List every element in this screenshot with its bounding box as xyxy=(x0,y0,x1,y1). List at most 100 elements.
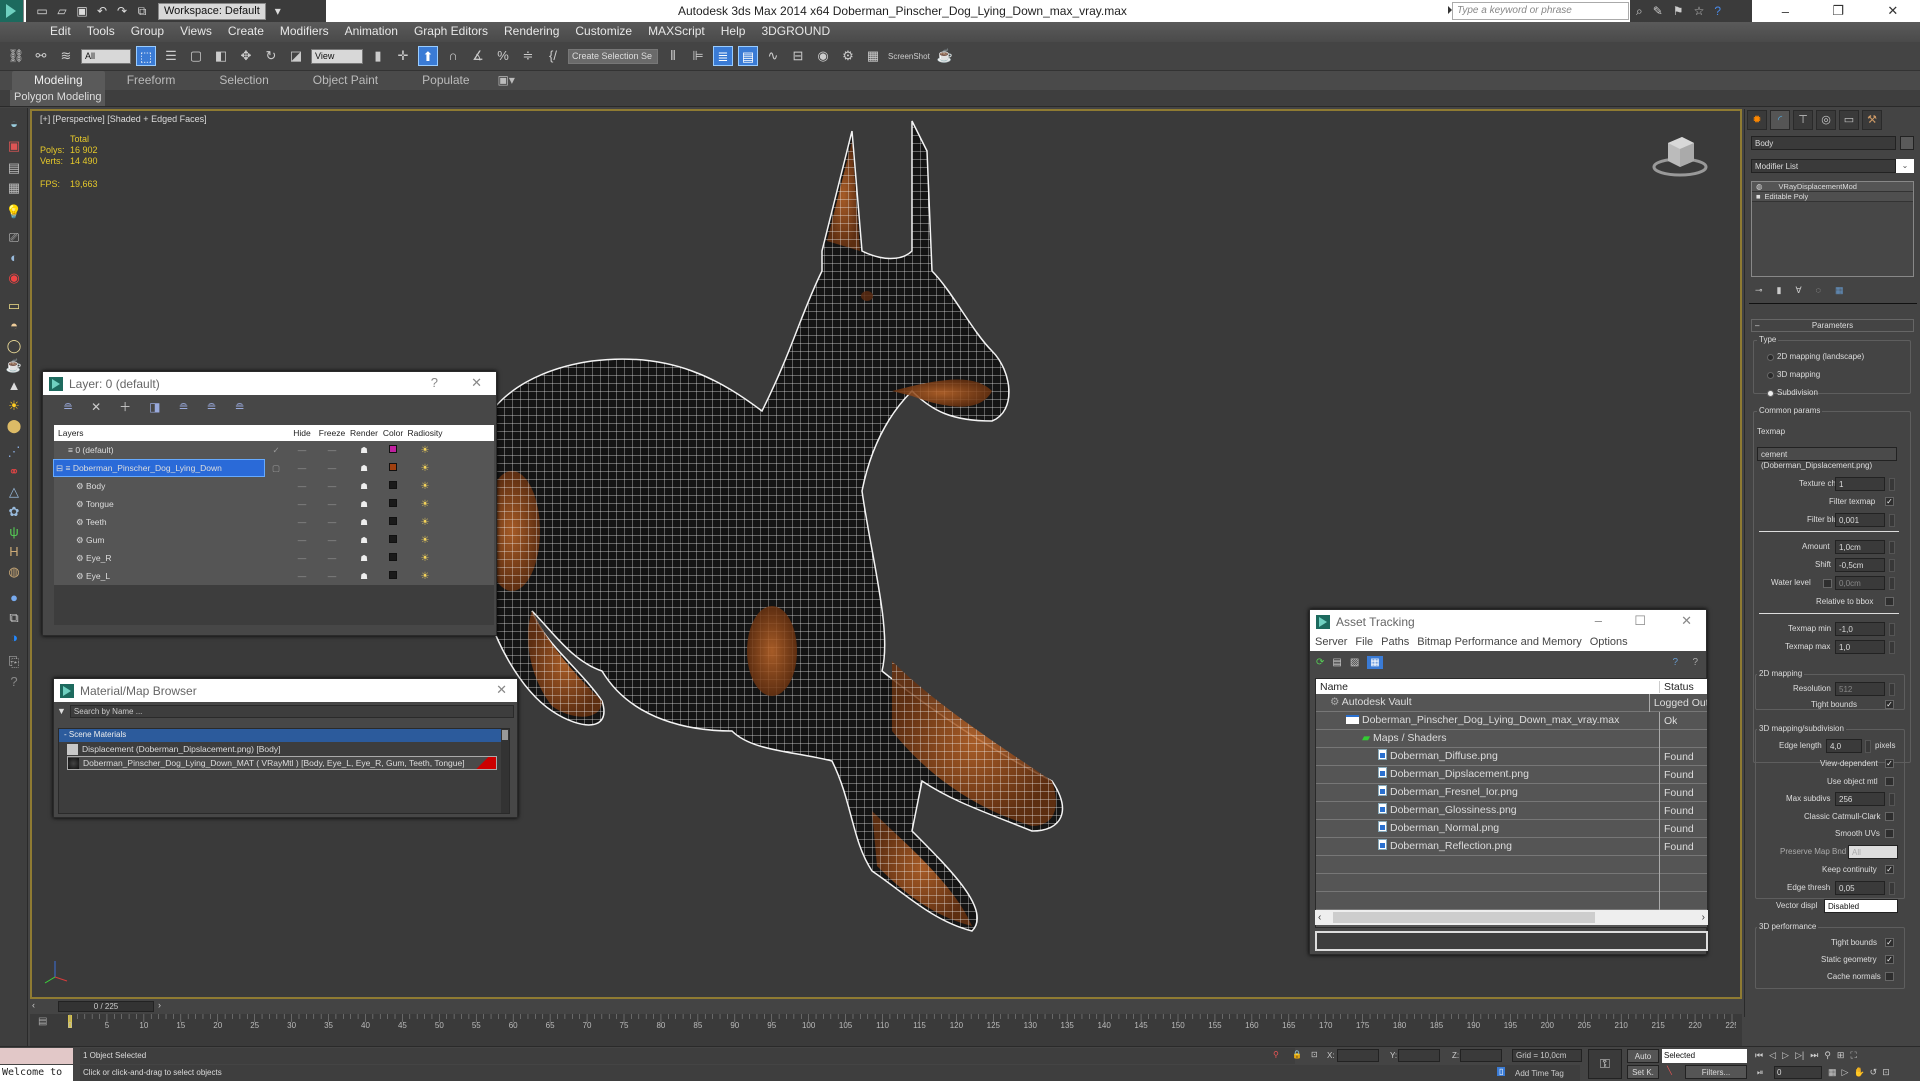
light-icon[interactable]: 💡 xyxy=(5,204,23,220)
light-bulb-icon[interactable]: ◍ xyxy=(1756,182,1763,191)
cone-icon[interactable]: ▲ xyxy=(5,378,23,394)
scroll-left-icon[interactable]: ‹ xyxy=(1318,912,1321,923)
radiosity-icon[interactable]: ☀ xyxy=(406,535,444,546)
rotate-icon[interactable]: ↻ xyxy=(261,46,281,66)
tight-bounds-checkbox[interactable]: ✓ xyxy=(1885,700,1894,709)
play-icon[interactable]: ▷ xyxy=(1782,1050,1789,1061)
asset-row[interactable]: Doberman_Pinscher_Dog_Lying_Down_max_vra… xyxy=(1316,711,1707,730)
water-level-checkbox[interactable] xyxy=(1823,579,1832,588)
water-level-spinner[interactable] xyxy=(1889,577,1895,590)
asset-row[interactable]: ⚙ Autodesk Vault Logged Out xyxy=(1316,693,1707,712)
open-file-icon[interactable]: ▱ xyxy=(54,4,70,18)
hide-toggle[interactable]: — xyxy=(288,463,316,473)
layer-row[interactable]: ⚙ Tongue — — ☗ ☀ xyxy=(54,495,494,513)
layer-dialog-titlebar[interactable]: Layer: 0 (default) ? ✕ xyxy=(43,372,496,395)
time-slider-thumb[interactable]: 0 / 225 xyxy=(58,1001,154,1012)
render-teapot-icon[interactable]: ☗ xyxy=(348,445,380,456)
menu-bitmap-performance[interactable]: Bitmap Performance and Memory xyxy=(1417,636,1581,648)
mini-curve-editor-icon[interactable]: ▤ xyxy=(38,1016,47,1027)
col-hide[interactable]: Hide xyxy=(288,428,316,438)
close-icon[interactable]: ✕ xyxy=(1887,3,1898,19)
menu-animation[interactable]: Animation xyxy=(337,22,406,42)
radio-2d-mapping[interactable] xyxy=(1767,354,1774,361)
percent-snap-icon[interactable]: % xyxy=(493,46,513,66)
perf-tight-bounds-checkbox[interactable]: ✓ xyxy=(1885,938,1894,947)
teapot-shape-icon[interactable]: ☕ xyxy=(5,358,23,374)
layer-color-swatch[interactable] xyxy=(380,553,406,563)
absolute-mode-icon[interactable]: ⊡ xyxy=(1311,1050,1318,1059)
viewport-label[interactable]: [+] [Perspective] [Shaded + Edged Faces] xyxy=(40,114,207,124)
scene-materials-group[interactable]: - Scene Materials xyxy=(59,729,509,742)
orbit-icon[interactable]: ↺ xyxy=(1870,1067,1878,1078)
key-filter-dropdown[interactable]: Selected xyxy=(1662,1049,1747,1063)
freeze-all-icon[interactable]: ≘ xyxy=(235,400,245,414)
align-icon[interactable]: ⊫ xyxy=(688,46,708,66)
tab-freeform[interactable]: Freeform xyxy=(105,71,198,90)
communication-center-icon[interactable]: ⚑ xyxy=(1673,4,1684,18)
window-crossing-icon[interactable]: ◧ xyxy=(211,46,231,66)
select-by-name-icon[interactable]: ☰ xyxy=(161,46,181,66)
render-production-icon[interactable]: ☕ xyxy=(935,46,955,66)
current-layer-indicator[interactable]: ✓ xyxy=(264,445,288,456)
set-key-button[interactable]: Set K. xyxy=(1627,1065,1659,1079)
snaps-toggle-icon[interactable]: ∩ xyxy=(443,46,463,66)
list-view-icon[interactable]: ▤ xyxy=(1332,657,1341,668)
minimize-icon[interactable]: – xyxy=(1595,613,1602,628)
display-tab-icon[interactable]: ▭ xyxy=(1839,110,1859,130)
layer-color-swatch[interactable] xyxy=(380,517,406,527)
modifier-list-chevron-icon[interactable]: ⌄ xyxy=(1896,159,1914,173)
tab-selection[interactable]: Selection xyxy=(197,71,290,90)
tab-modeling[interactable]: Modeling xyxy=(12,71,105,90)
expand-plus-icon[interactable]: ■ xyxy=(1756,192,1761,201)
layer-color-swatch[interactable] xyxy=(380,499,406,509)
make-unique-icon[interactable]: ∀ xyxy=(1796,285,1802,296)
relative-bbox-checkbox[interactable] xyxy=(1885,597,1894,606)
modify-tab-icon[interactable]: ◜ xyxy=(1770,110,1790,130)
maximize-icon[interactable]: ☐ xyxy=(1634,613,1646,629)
menu-maxscript[interactable]: MAXScript xyxy=(640,22,713,42)
workspace-chevron-icon[interactable]: ▾ xyxy=(270,4,286,18)
set-key-button-icon[interactable]: ⚿ xyxy=(1588,1049,1622,1079)
vray-camera-icon[interactable]: ◉ xyxy=(5,270,23,286)
teapot-icon[interactable]: ◒ xyxy=(5,116,23,132)
zoom-extents-icon[interactable]: ⛶ xyxy=(1850,1050,1856,1061)
max-subdivs-input[interactable]: 256 xyxy=(1835,792,1885,806)
reference-coordinate-dropdown[interactable]: View xyxy=(311,48,363,64)
edge-thresh-input[interactable]: 0,05 xyxy=(1835,881,1885,895)
table-view-icon[interactable]: ▦ xyxy=(1367,655,1383,669)
scroll-thumb[interactable] xyxy=(1333,912,1595,923)
layer-color-swatch[interactable] xyxy=(380,445,406,455)
asset-row[interactable]: Doberman_Glossiness.png Found xyxy=(1316,801,1707,820)
render-teapot-icon[interactable]: ☗ xyxy=(348,499,380,510)
layer-manager-icon[interactable]: ≣ xyxy=(713,46,733,66)
current-frame-input[interactable]: 0 xyxy=(1774,1066,1822,1079)
browser-options-icon[interactable]: ▼ xyxy=(57,706,66,716)
material-list-scrollbar[interactable] xyxy=(501,729,509,813)
hide-toggle[interactable]: — xyxy=(288,499,316,509)
material-search-input[interactable]: Search by Name ... xyxy=(69,704,514,718)
binoculars-icon[interactable]: ⌕ xyxy=(1636,4,1643,19)
sun-icon[interactable]: ☀ xyxy=(5,398,23,414)
radiosity-icon[interactable]: ☀ xyxy=(406,553,444,564)
hide-toggle[interactable]: — xyxy=(288,481,316,491)
hide-all-icon[interactable]: ≘ xyxy=(207,400,217,414)
shift-input[interactable]: -0,5cm xyxy=(1835,558,1885,572)
key-mode-icon[interactable]: ╲ xyxy=(1667,1066,1672,1075)
menu-file[interactable]: File xyxy=(1355,636,1373,648)
layer-name[interactable]: ≡ 0 (default) xyxy=(54,442,264,458)
bind-space-warp-icon[interactable]: ≋ xyxy=(56,46,76,66)
sphere-icon[interactable]: ● xyxy=(5,590,23,606)
time-next-icon[interactable]: › xyxy=(158,1000,161,1010)
layer-row[interactable]: ⚙ Teeth — — ☗ ☀ xyxy=(54,513,494,531)
object-name-field[interactable]: Body xyxy=(1751,136,1896,150)
menu-edit[interactable]: Edit xyxy=(42,22,79,42)
schematic-view-icon[interactable]: ⊟ xyxy=(788,46,808,66)
spinner-snap-icon[interactable]: ≑ xyxy=(518,46,538,66)
pyramid-icon[interactable]: △ xyxy=(5,484,23,500)
highlight-layer-icon[interactable]: ≘ xyxy=(178,400,188,414)
layer-name[interactable]: ⚙ Eye_L xyxy=(54,568,264,584)
mirror-icon[interactable]: ⫴ xyxy=(663,46,683,66)
scene-explorer-icon[interactable]: ▤ xyxy=(5,160,23,176)
freeze-toggle[interactable]: — xyxy=(316,571,348,581)
restore-icon[interactable]: ❐ xyxy=(1832,3,1844,19)
